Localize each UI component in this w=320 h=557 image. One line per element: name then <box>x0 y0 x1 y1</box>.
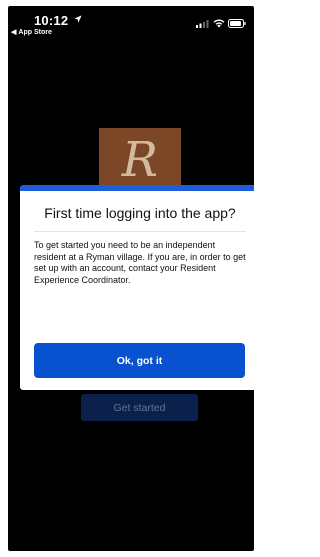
dialog-divider <box>34 231 246 232</box>
cellular-signal-icon <box>196 20 209 28</box>
first-login-dialog: First time logging into the app? To get … <box>20 185 254 390</box>
wifi-icon <box>213 19 225 28</box>
back-chevron-icon: ◀ <box>11 29 17 36</box>
status-time: 10:12 <box>34 13 69 28</box>
phone-screen: 10:12 ◀ App Store R Get started First ti… <box>8 6 254 551</box>
ryman-logo: R <box>99 128 181 192</box>
status-bar: 10:12 ◀ App Store <box>8 6 254 40</box>
dialog-body-text: To get started you need to be an indepen… <box>34 240 246 285</box>
dialog-title: First time logging into the app? <box>44 205 236 221</box>
logo-letter: R <box>121 132 159 188</box>
get-started-button[interactable]: Get started <box>81 394 198 421</box>
back-to-app-store-label: App Store <box>18 28 52 36</box>
battery-icon <box>228 19 246 28</box>
location-arrow-icon <box>74 15 82 23</box>
ok-got-it-button[interactable]: Ok, got it <box>34 343 245 378</box>
back-to-app-store-link[interactable]: ◀ App Store <box>11 28 52 37</box>
